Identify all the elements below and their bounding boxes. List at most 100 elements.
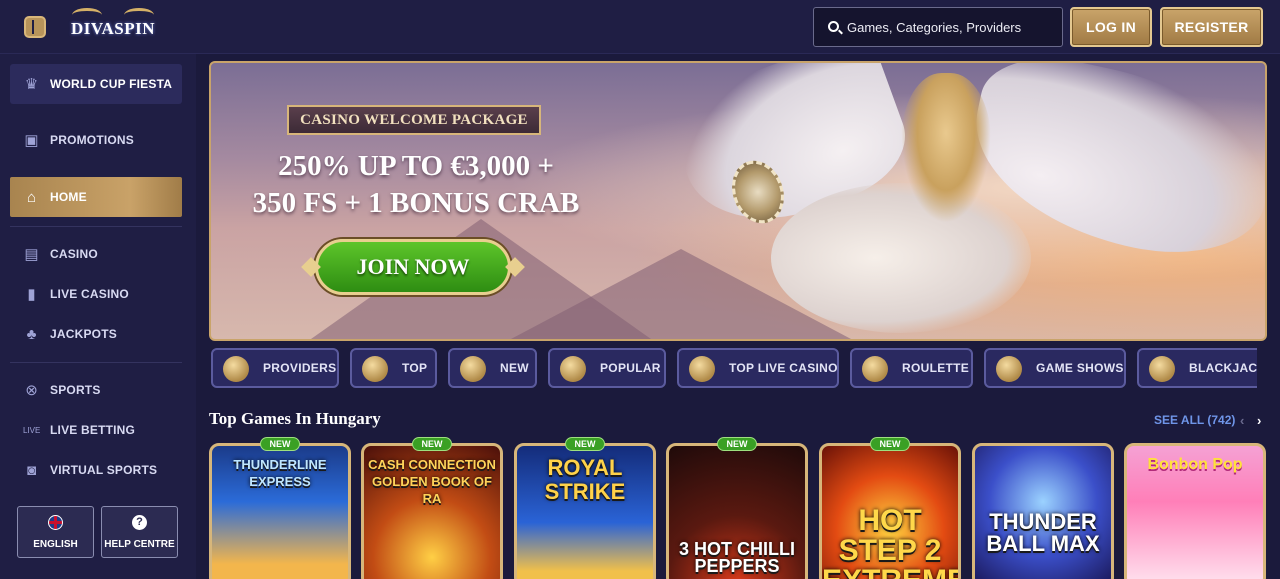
sidebar-item-label: LIVE BETTING	[50, 423, 136, 437]
game-card[interactable]: ROYAL STRIKE	[514, 443, 656, 579]
logo-text: DIVASPIN	[71, 19, 155, 38]
banner-headline-line1: 250% UP TO €3,000 +	[278, 150, 554, 182]
category-label: POPULAR	[600, 361, 661, 375]
live-icon: LIVE	[23, 425, 41, 435]
help-centre-label: HELP CENTRE	[104, 539, 175, 550]
slot-machine-icon: ▤	[24, 245, 39, 263]
ball-icon: ⊗	[25, 381, 38, 399]
game-title: Bonbon Pop	[1147, 456, 1243, 473]
roulette-icon	[862, 356, 888, 382]
virtual-icon: ◙	[26, 461, 37, 479]
chip-icon	[689, 356, 715, 382]
game-card[interactable]: 3 HOT CHILLI PEPPERS	[666, 443, 808, 579]
new-badge: NEW	[717, 437, 757, 451]
language-label: ENGLISH	[33, 539, 78, 550]
sidebar-item-label: VIRTUAL SPORTS	[50, 463, 158, 477]
sidebar-item-label: JACKPOTS	[50, 327, 117, 341]
new-badge: NEW	[412, 437, 452, 451]
category-label: NEW	[500, 361, 529, 375]
game-card[interactable]: THUNDERLINE EXPRESS	[209, 443, 351, 579]
game-card[interactable]: THUNDER BALL MAX	[972, 443, 1114, 579]
sidebar-toggle-icon[interactable]	[24, 16, 46, 38]
scroll-icon	[223, 356, 249, 382]
category-label: PROVIDERS	[263, 361, 337, 375]
sidebar-item-live-betting[interactable]: LIVE LIVE BETTING	[10, 410, 182, 450]
game-title: CASH CONNECTION GOLDEN BOOK OF RA	[368, 457, 496, 506]
sidebar-item-sports[interactable]: ⊗ SPORTS	[10, 370, 182, 410]
sidebar-divider	[10, 226, 182, 227]
game-title: ROYAL STRIKE	[544, 455, 626, 504]
sidebar-item-label: HOME	[50, 190, 87, 204]
category-label: TOP	[402, 361, 428, 375]
clover-icon: ♣	[26, 325, 37, 343]
banner-badge: CASINO WELCOME PACKAGE	[287, 105, 541, 135]
trophy-icon	[460, 356, 486, 382]
trophy-icon: ♛	[24, 75, 39, 93]
category-blackjack[interactable]: BLACKJACK	[1137, 348, 1257, 388]
new-badge: NEW	[565, 437, 605, 451]
sidebar-item-virtual-sports[interactable]: ◙ VIRTUAL SPORTS	[10, 450, 182, 490]
sidebar-item-label: PROMOTIONS	[50, 133, 135, 147]
banner-headline-line2: 350 FS + 1 BONUS CRAB	[252, 187, 580, 219]
sidebar-item-jackpots[interactable]: ♣ JACKPOTS	[10, 314, 182, 354]
logo[interactable]: DIVASPIN	[66, 8, 160, 46]
register-button[interactable]: REGISTER	[1160, 7, 1263, 47]
game-title: THUNDERLINE EXPRESS	[233, 457, 327, 489]
game-title: THUNDER BALL MAX	[986, 509, 1100, 556]
cards-icon	[1149, 356, 1175, 382]
search-icon	[828, 21, 839, 32]
language-button[interactable]: ENGLISH	[17, 506, 94, 558]
cards-icon: ▮	[27, 285, 36, 303]
wheel-icon	[996, 356, 1022, 382]
uk-flag-icon	[48, 515, 63, 530]
category-top-live-casino[interactable]: TOP LIVE CASINO	[677, 348, 839, 388]
sidebar-item-label: SPORTS	[50, 383, 101, 397]
game-title: HOT STEP 2 EXTREME	[822, 504, 958, 579]
game-card[interactable]: CASH CONNECTION GOLDEN BOOK OF RA	[361, 443, 503, 579]
banner-headline: 250% UP TO €3,000 + 350 FS + 1 BONUS CRA…	[241, 148, 591, 222]
game-card[interactable]: Bonbon Pop	[1124, 443, 1266, 579]
help-icon: ?	[132, 515, 147, 530]
join-now-button[interactable]: JOIN NOW	[315, 239, 511, 295]
sidebar-item-label: WORLD CUP FIESTA	[50, 77, 173, 91]
login-button[interactable]: LOG IN	[1070, 7, 1152, 47]
pegasus-illustration	[771, 183, 1031, 333]
category-label: GAME SHOWS	[1036, 361, 1124, 375]
sidebar-item-casino[interactable]: ▤ CASINO	[10, 234, 182, 274]
sidebar-item-live-casino[interactable]: ▮ LIVE CASINO	[10, 274, 182, 314]
category-game-shows[interactable]: GAME SHOWS	[984, 348, 1126, 388]
see-all-link[interactable]: SEE ALL (742)	[1154, 413, 1235, 427]
rider-illustration	[901, 73, 991, 223]
search-input[interactable]	[847, 16, 1057, 38]
sidebar-item-world-cup-fiesta[interactable]: ♛ WORLD CUP FIESTA	[10, 64, 182, 104]
welcome-banner[interactable]: CASINO WELCOME PACKAGE 250% UP TO €3,000…	[209, 61, 1267, 341]
section-title: Top Games In Hungary	[209, 409, 381, 428]
sidebar-item-label: CASINO	[50, 247, 98, 261]
game-title: 3 HOT CHILLI PEPPERS	[679, 539, 795, 576]
top-bar: DIVASPIN LOG IN REGISTER	[0, 0, 1280, 54]
category-top[interactable]: TOP	[350, 348, 437, 388]
sidebar-item-promotions[interactable]: ▣ PROMOTIONS	[10, 120, 182, 160]
carousel-next-icon[interactable]: ›	[1257, 413, 1261, 428]
sidebar: ♛ WORLD CUP FIESTA ▣ PROMOTIONS ⌂ HOME ▤…	[0, 54, 196, 579]
wings-icon	[362, 356, 388, 382]
category-new[interactable]: NEW	[448, 348, 537, 388]
category-providers[interactable]: PROVIDERS	[211, 348, 339, 388]
sidebar-divider	[10, 362, 182, 363]
gift-icon: ▣	[24, 131, 39, 149]
category-label: BLACKJACK	[1189, 361, 1257, 375]
sidebar-item-label: LIVE CASINO	[50, 287, 129, 301]
new-badge: NEW	[260, 437, 300, 451]
home-icon: ⌂	[26, 188, 37, 206]
help-centre-button[interactable]: ? HELP CENTRE	[101, 506, 178, 558]
search-box[interactable]	[813, 7, 1063, 47]
sidebar-item-home[interactable]: ⌂ HOME	[10, 177, 182, 217]
horn-icon	[560, 356, 586, 382]
game-card[interactable]: HOT STEP 2 EXTREME	[819, 443, 961, 579]
new-badge: NEW	[870, 437, 910, 451]
category-bar: PROVIDERS TOP NEW POPULAR TOP LIVE CASIN…	[209, 348, 1257, 388]
category-popular[interactable]: POPULAR	[548, 348, 666, 388]
category-roulette[interactable]: ROULETTE	[850, 348, 973, 388]
carousel-prev-icon[interactable]: ‹	[1240, 413, 1244, 428]
category-label: ROULETTE	[902, 361, 970, 375]
